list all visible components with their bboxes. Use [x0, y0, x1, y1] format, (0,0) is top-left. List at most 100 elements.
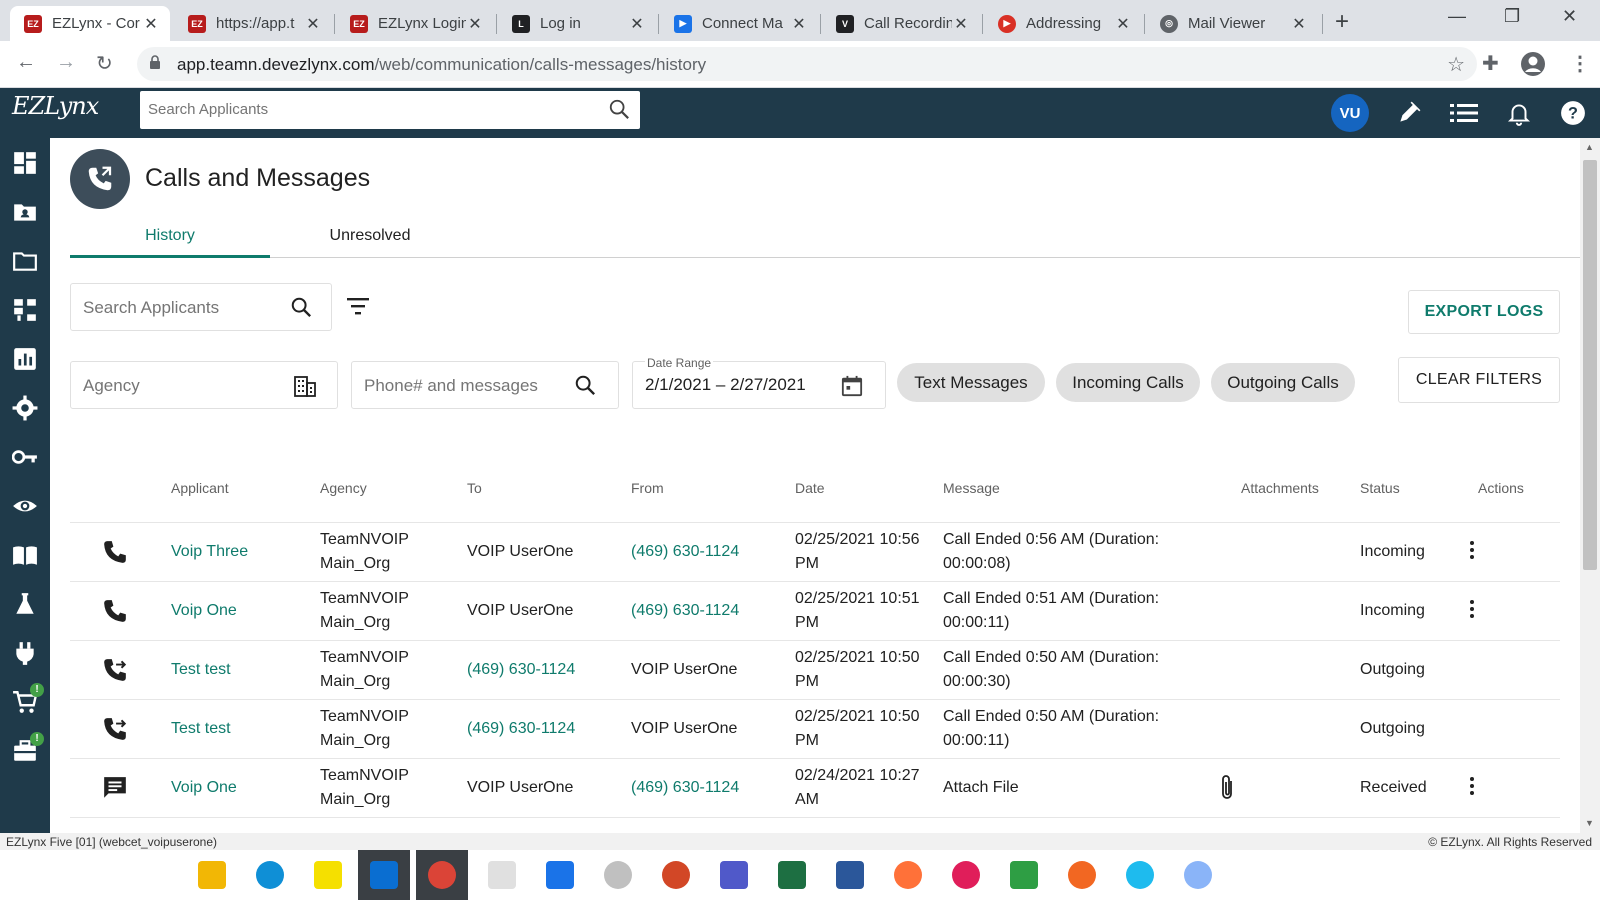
tab-history[interactable]: History [70, 218, 270, 258]
filter-icon[interactable] [346, 296, 370, 316]
windows-start-icon[interactable] [18, 861, 46, 889]
from-phone-link[interactable]: (469) 630-1124 [631, 599, 739, 623]
close-tab-icon[interactable]: ✕ [952, 14, 970, 34]
close-tab-icon[interactable]: ✕ [304, 14, 322, 34]
table-row[interactable]: Test test TeamNVOIP Main_Org (469) 630-11… [70, 700, 1560, 759]
table-row[interactable]: Voip One TeamNVOIP Main_Org VOIP UserOne … [70, 759, 1560, 818]
column-header-status[interactable]: Status [1360, 480, 1400, 496]
table-row[interactable]: Voip Three TeamNVOIP Main_Org VOIP UserOn… [70, 523, 1560, 582]
phone-messages-search-input[interactable]: Phone# and messages [351, 361, 619, 409]
user-avatar[interactable]: VU [1331, 94, 1369, 132]
applicant-link[interactable]: Voip One [171, 599, 237, 623]
notification-center-icon[interactable] [1548, 861, 1576, 889]
edge-browser-icon[interactable] [256, 861, 284, 889]
bookmark-star-icon[interactable]: ☆ [1447, 52, 1465, 77]
dashboard-icon[interactable] [12, 150, 38, 176]
profile-avatar-icon[interactable] [1520, 51, 1546, 77]
extensions-puzzle-icon[interactable]: ✚ [1482, 51, 1499, 76]
network-icon[interactable]: ▭ [1370, 866, 1383, 883]
teams-icon[interactable] [720, 861, 748, 889]
column-header-message[interactable]: Message [943, 480, 1000, 496]
flask-icon[interactable] [12, 591, 38, 617]
browser-tab-app[interactable]: EZ https://app.t ✕ [174, 6, 332, 41]
calculator-icon[interactable] [488, 861, 516, 889]
browser-tab-connect[interactable]: ▶ Connect Ma ✕ [660, 6, 818, 41]
tray-outlook-icon[interactable]: ▤ [1306, 866, 1319, 883]
column-header-date[interactable]: Date [795, 480, 825, 496]
org-chart-icon[interactable] [12, 297, 38, 323]
internet-explorer-icon[interactable] [1126, 861, 1154, 889]
tab-unresolved[interactable]: Unresolved [270, 218, 470, 258]
settings-gear-icon[interactable] [12, 395, 38, 421]
firefox-icon[interactable] [894, 861, 922, 889]
applicant-link[interactable]: Voip One [171, 776, 237, 800]
reports-chart-icon[interactable] [12, 346, 38, 372]
microsoft-store-icon[interactable] [546, 861, 574, 889]
back-icon[interactable]: ← [16, 51, 36, 74]
browser-tab-ezlynx-login[interactable]: EZ EZLynx Login ✕ [336, 6, 494, 41]
key-icon[interactable] [12, 444, 38, 470]
row-actions-more-icon[interactable] [1470, 777, 1476, 798]
close-window-icon[interactable]: ✕ [1562, 6, 1577, 27]
system-clock[interactable]: 3:40 AM 3/11/2021 [1483, 856, 1544, 896]
row-actions-more-icon[interactable] [1470, 600, 1476, 621]
quick-note-pen-icon[interactable] [1396, 100, 1422, 126]
column-header-agency[interactable]: Agency [320, 480, 367, 496]
from-phone-link[interactable]: (469) 630-1124 [631, 540, 739, 564]
browser-tab-login[interactable]: L Log in ✕ [498, 6, 656, 41]
search-icon[interactable] [608, 98, 630, 120]
close-tab-icon[interactable]: ✕ [790, 14, 808, 34]
tray-teams-icon[interactable]: ▣ [1284, 866, 1297, 883]
calendar-icon[interactable] [841, 375, 863, 397]
browser-tab-addressing[interactable]: ▶ Addressing ✕ [984, 6, 1142, 41]
eye-icon[interactable] [12, 493, 38, 519]
reload-icon[interactable]: ↻ [96, 51, 113, 76]
sticky-notes-icon[interactable] [314, 861, 342, 889]
header-search-input[interactable]: Search Applicants [140, 91, 640, 129]
plug-icon[interactable] [12, 640, 38, 666]
paint-palette-icon[interactable] [1184, 861, 1212, 889]
chrome-icon[interactable] [428, 861, 456, 889]
taskbar-search-icon[interactable] [76, 861, 104, 889]
file-explorer-icon[interactable] [198, 861, 226, 889]
contacts-folder-icon[interactable] [12, 199, 38, 225]
outlook-icon[interactable] [370, 861, 398, 889]
column-header-to[interactable]: To [467, 480, 482, 496]
word-icon[interactable] [836, 861, 864, 889]
volume-icon[interactable]: ◁) [1394, 866, 1409, 883]
close-tab-icon[interactable]: ✕ [628, 14, 646, 34]
column-header-from[interactable]: From [631, 480, 664, 496]
attachment-paperclip-icon[interactable] [1218, 773, 1236, 803]
notifications-bell-icon[interactable] [1506, 100, 1532, 126]
paint-icon[interactable] [604, 861, 632, 889]
row-actions-more-icon[interactable] [1470, 541, 1476, 562]
to-phone-link[interactable]: (469) 630-1124 [467, 658, 575, 682]
tray-expand-icon[interactable]: ⌃ [1350, 866, 1362, 883]
scroll-up-arrow-icon[interactable]: ▲ [1585, 142, 1594, 152]
building-icon[interactable] [293, 375, 317, 397]
page-scrollbar[interactable]: ▲ ▼ [1580, 138, 1600, 833]
postman-icon[interactable] [1068, 861, 1096, 889]
applicant-search-input[interactable]: Search Applicants [70, 283, 332, 331]
browser-tab-mail-viewer[interactable]: ◎ Mail Viewer ✕ [1146, 6, 1318, 41]
applicant-link[interactable]: Test test [171, 658, 231, 682]
list-menu-icon[interactable] [1450, 100, 1478, 126]
folder-icon[interactable] [12, 248, 38, 274]
ezlynx-logo[interactable]: EZLynx [12, 92, 99, 120]
column-header-applicant[interactable]: Applicant [171, 480, 229, 496]
task-view-icon[interactable] [134, 861, 162, 889]
close-tab-icon[interactable]: ✕ [142, 14, 160, 34]
scrollbar-thumb[interactable] [1583, 160, 1597, 570]
incoming-calls-chip[interactable]: Incoming Calls [1056, 363, 1200, 402]
outgoing-calls-chip[interactable]: Outgoing Calls [1211, 363, 1355, 402]
to-phone-link[interactable]: (469) 630-1124 [467, 717, 575, 741]
tray-security-shield-icon[interactable]: ◆ [1328, 866, 1339, 883]
from-phone-link[interactable]: (469) 630-1124 [631, 776, 739, 800]
browser-menu-icon[interactable]: ⋮ [1570, 51, 1590, 76]
close-tab-icon[interactable]: ✕ [1114, 14, 1132, 34]
url-field[interactable]: app.teamn.devezlynx.com/web/communicatio… [137, 47, 1477, 81]
date-range-field[interactable]: Date Range 2/1/2021 – 2/27/2021 [632, 356, 886, 409]
close-tab-icon[interactable]: ✕ [466, 14, 484, 34]
open-book-icon[interactable] [12, 542, 38, 568]
new-tab-icon[interactable]: + [1335, 8, 1349, 36]
